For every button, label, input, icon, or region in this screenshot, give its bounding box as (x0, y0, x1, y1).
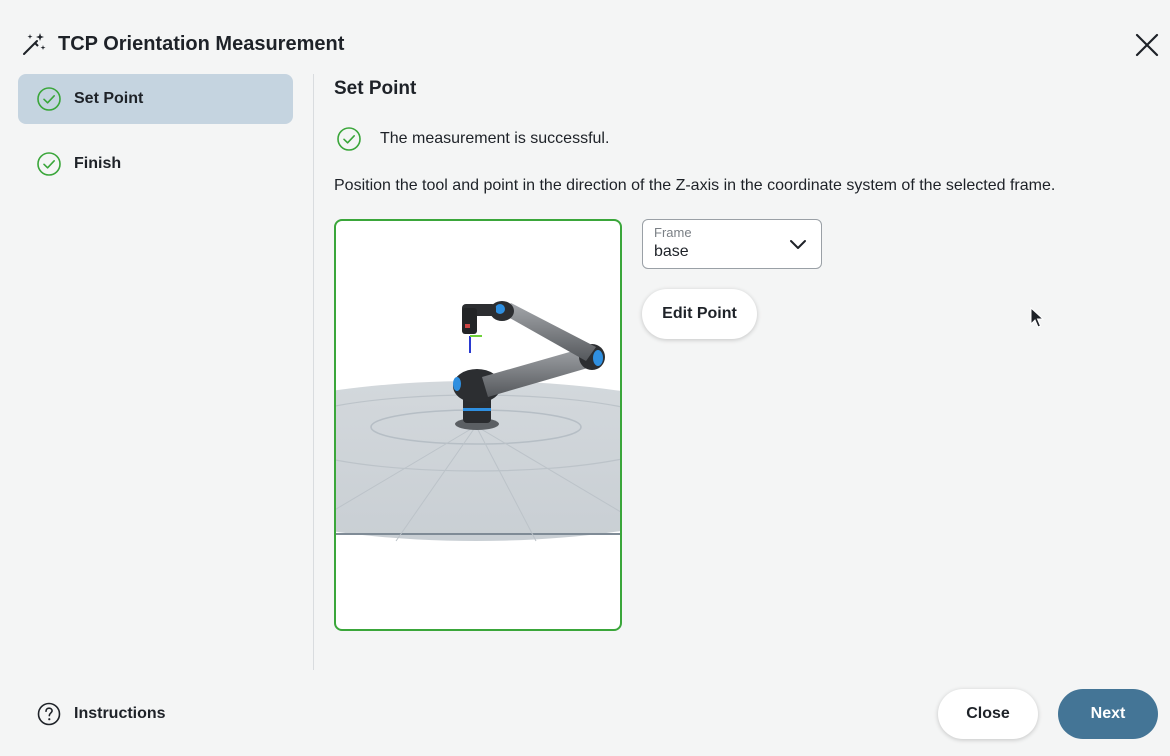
success-message: The measurement is successful. (334, 126, 609, 152)
chevron-down-icon (790, 240, 806, 249)
close-icon[interactable] (1134, 32, 1160, 58)
check-circle-icon (37, 87, 61, 111)
instructions-label: Instructions (74, 705, 166, 722)
close-button[interactable]: Close (938, 689, 1038, 739)
success-text: The measurement is successful. (380, 130, 610, 147)
robot-joint-cap (453, 377, 461, 391)
frame-select[interactable]: Frame base (642, 219, 822, 269)
robot-tool-head (462, 308, 477, 334)
instruction-text: Position the tool and point in the direc… (334, 177, 1056, 194)
check-circle-icon (37, 152, 61, 176)
edit-point-button[interactable]: Edit Point (642, 289, 757, 339)
next-button[interactable]: Next (1058, 689, 1158, 739)
robot-tool-light (465, 324, 470, 328)
steps-sidebar: Set Point Finish (0, 74, 314, 670)
help-circle-icon (37, 702, 61, 726)
robot-joint-cap (495, 304, 505, 314)
step-label: Finish (74, 155, 122, 172)
instructions-link[interactable]: Instructions (37, 702, 166, 726)
sidebar-divider (313, 74, 314, 670)
mouse-cursor-icon (1030, 307, 1044, 328)
magic-wand-icon (23, 33, 46, 55)
robot-joint-cap (593, 350, 603, 366)
frame-select-value: base (654, 243, 689, 260)
step-label: Set Point (74, 90, 144, 107)
robot-3d-viewport[interactable] (334, 219, 622, 631)
dialog-title: TCP Orientation Measurement (58, 33, 345, 55)
check-circle-icon (337, 127, 361, 151)
robot-base-ring (463, 408, 491, 411)
floor-edge (336, 533, 620, 535)
step-set-point[interactable]: Set Point (18, 74, 293, 124)
robot-scene (336, 301, 620, 542)
main-content: Set Point The measurement is successful.… (334, 74, 1154, 670)
step-finish[interactable]: Finish (18, 139, 293, 189)
frame-select-label: Frame (654, 225, 692, 240)
robot-upper-arm (501, 303, 596, 361)
section-title: Set Point (334, 78, 417, 99)
